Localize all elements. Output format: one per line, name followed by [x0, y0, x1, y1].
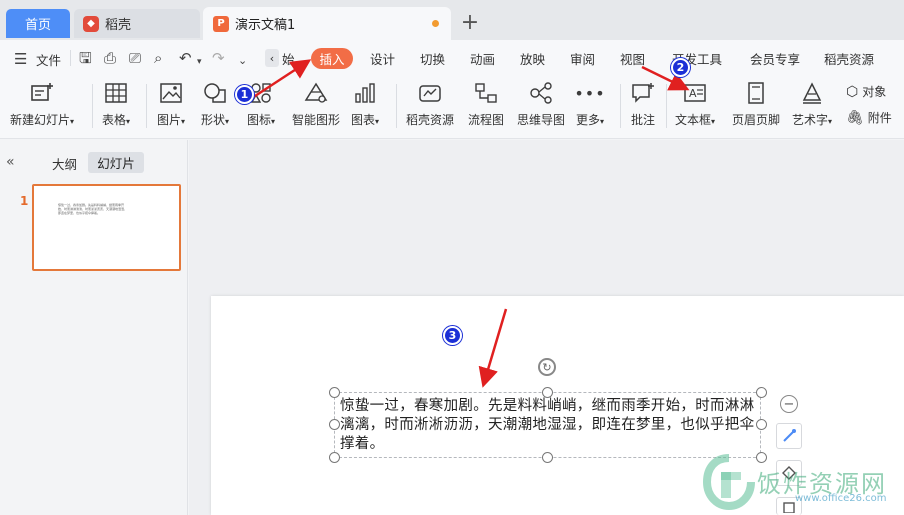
annotation-badge-3: 3 — [443, 326, 462, 345]
annotation-badge-2: 2 — [671, 58, 690, 77]
arrow-to-insert — [251, 59, 312, 100]
arrow-to-text — [478, 308, 508, 388]
annotation-arrows — [251, 59, 690, 388]
watermark-url: www.office26.com — [795, 493, 887, 504]
watermark: 饭炸资源网 www.office26.com — [695, 450, 904, 515]
watermark-logo-icon — [703, 454, 755, 510]
annotation-badge-1: 1 — [235, 85, 254, 104]
